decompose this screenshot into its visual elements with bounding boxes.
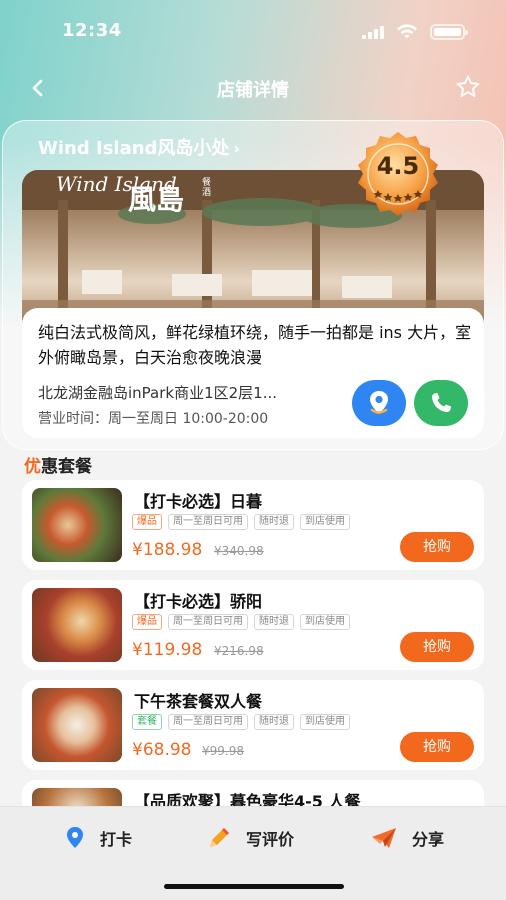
call-button[interactable] [414, 380, 468, 426]
deal-tags: 套餐 周一至周日可用 随时退 到店使用 [132, 714, 350, 730]
location-pin-icon [67, 827, 83, 848]
store-address[interactable]: 北龙湖金融岛inPark商业1区2层1... [38, 382, 338, 403]
store-name-link[interactable]: Wind Island风岛小处 › [38, 134, 240, 160]
page-title: 店铺详情 [217, 80, 289, 101]
deal-price: ¥188.98 [132, 540, 203, 560]
tag-set: 套餐 [132, 714, 162, 730]
checkin-button[interactable]: 打卡 [64, 823, 132, 853]
wifi-icon [397, 24, 417, 39]
buy-button[interactable]: 抢购 [400, 532, 474, 562]
tag-in-store: 到店使用 [300, 714, 350, 730]
section-title-rest: 惠套餐 [41, 457, 92, 477]
tag-hot: 爆品 [132, 614, 162, 630]
deal-title: 【打卡必选】骄阳 [134, 592, 263, 611]
tag-in-store: 到店使用 [300, 514, 350, 530]
map-pin-icon [370, 391, 388, 414]
navigate-button[interactable] [352, 380, 406, 426]
tag-in-store: 到店使用 [300, 614, 350, 630]
tag-hot: 爆品 [132, 514, 162, 530]
deal-price: ¥68.98 [132, 740, 192, 760]
paper-plane-share-icon [372, 828, 396, 848]
deal-original-price: ¥216.98 [214, 644, 264, 658]
photo-logo-cn: 風島 [128, 183, 185, 216]
deal-card[interactable]: 下午茶套餐双人餐 套餐 周一至周日可用 随时退 到店使用 ¥68.98 ¥99.… [22, 680, 484, 770]
deal-tags: 爆品 周一至周日可用 随时退 到店使用 [132, 614, 350, 630]
tag-refund: 随时退 [254, 514, 294, 530]
tag-days: 周一至周日可用 [168, 714, 248, 730]
section-title-first-char: 优 [24, 457, 41, 477]
photo-logo-sub: 餐酒 [202, 178, 212, 198]
tag-refund: 随时退 [254, 614, 294, 630]
signal-icon [362, 26, 386, 39]
deal-title: 下午茶套餐双人餐 [134, 692, 263, 711]
tag-days: 周一至周日可用 [168, 514, 248, 530]
battery-icon [430, 24, 468, 40]
write-review-button[interactable]: 写评价 [206, 823, 294, 853]
share-label: 分享 [412, 830, 445, 849]
deal-tags: 爆品 周一至周日可用 随时退 到店使用 [132, 514, 350, 530]
section-title-deals: 优惠套餐 [24, 452, 92, 477]
deal-image [32, 688, 122, 762]
store-name: Wind Island风岛小处 [38, 138, 230, 159]
deal-title: 【打卡必选】日暮 [134, 492, 263, 511]
rating-value: 4.5 [376, 152, 420, 180]
rating-badge: 4.5 [348, 128, 448, 218]
status-time: 12:34 [62, 20, 122, 41]
share-button[interactable]: 分享 [370, 823, 444, 853]
deal-image [32, 488, 122, 562]
tag-refund: 随时退 [254, 714, 294, 730]
deal-original-price: ¥99.98 [202, 744, 244, 758]
home-indicator[interactable] [164, 884, 344, 889]
deal-image [32, 588, 122, 662]
chevron-right-icon: › [233, 139, 241, 158]
favorite-star-icon[interactable] [454, 73, 482, 101]
store-hours: 营业时间：周一至周日 10:00-20:00 [38, 411, 269, 427]
checkin-label: 打卡 [100, 830, 133, 849]
buy-button[interactable]: 抢购 [400, 732, 474, 762]
phone-icon [432, 393, 451, 412]
tag-days: 周一至周日可用 [168, 614, 248, 630]
store-description: 纯白法式极简风，鲜花绿植环绕，随手一拍都是 ins 大片，室外俯瞰岛景，白天治愈… [38, 323, 472, 367]
deal-price: ¥119.98 [132, 640, 203, 660]
deal-original-price: ¥340.98 [214, 544, 264, 558]
buy-button[interactable]: 抢购 [400, 632, 474, 662]
pencil-icon [210, 828, 229, 847]
status-bar: 12:34 [0, 0, 506, 62]
deal-card[interactable]: 【打卡必选】日暮 爆品 周一至周日可用 随时退 到店使用 ¥188.98 ¥34… [22, 480, 484, 570]
deal-card[interactable]: 【打卡必选】骄阳 爆品 周一至周日可用 随时退 到店使用 ¥119.98 ¥21… [22, 580, 484, 670]
write-review-label: 写评价 [246, 830, 295, 849]
